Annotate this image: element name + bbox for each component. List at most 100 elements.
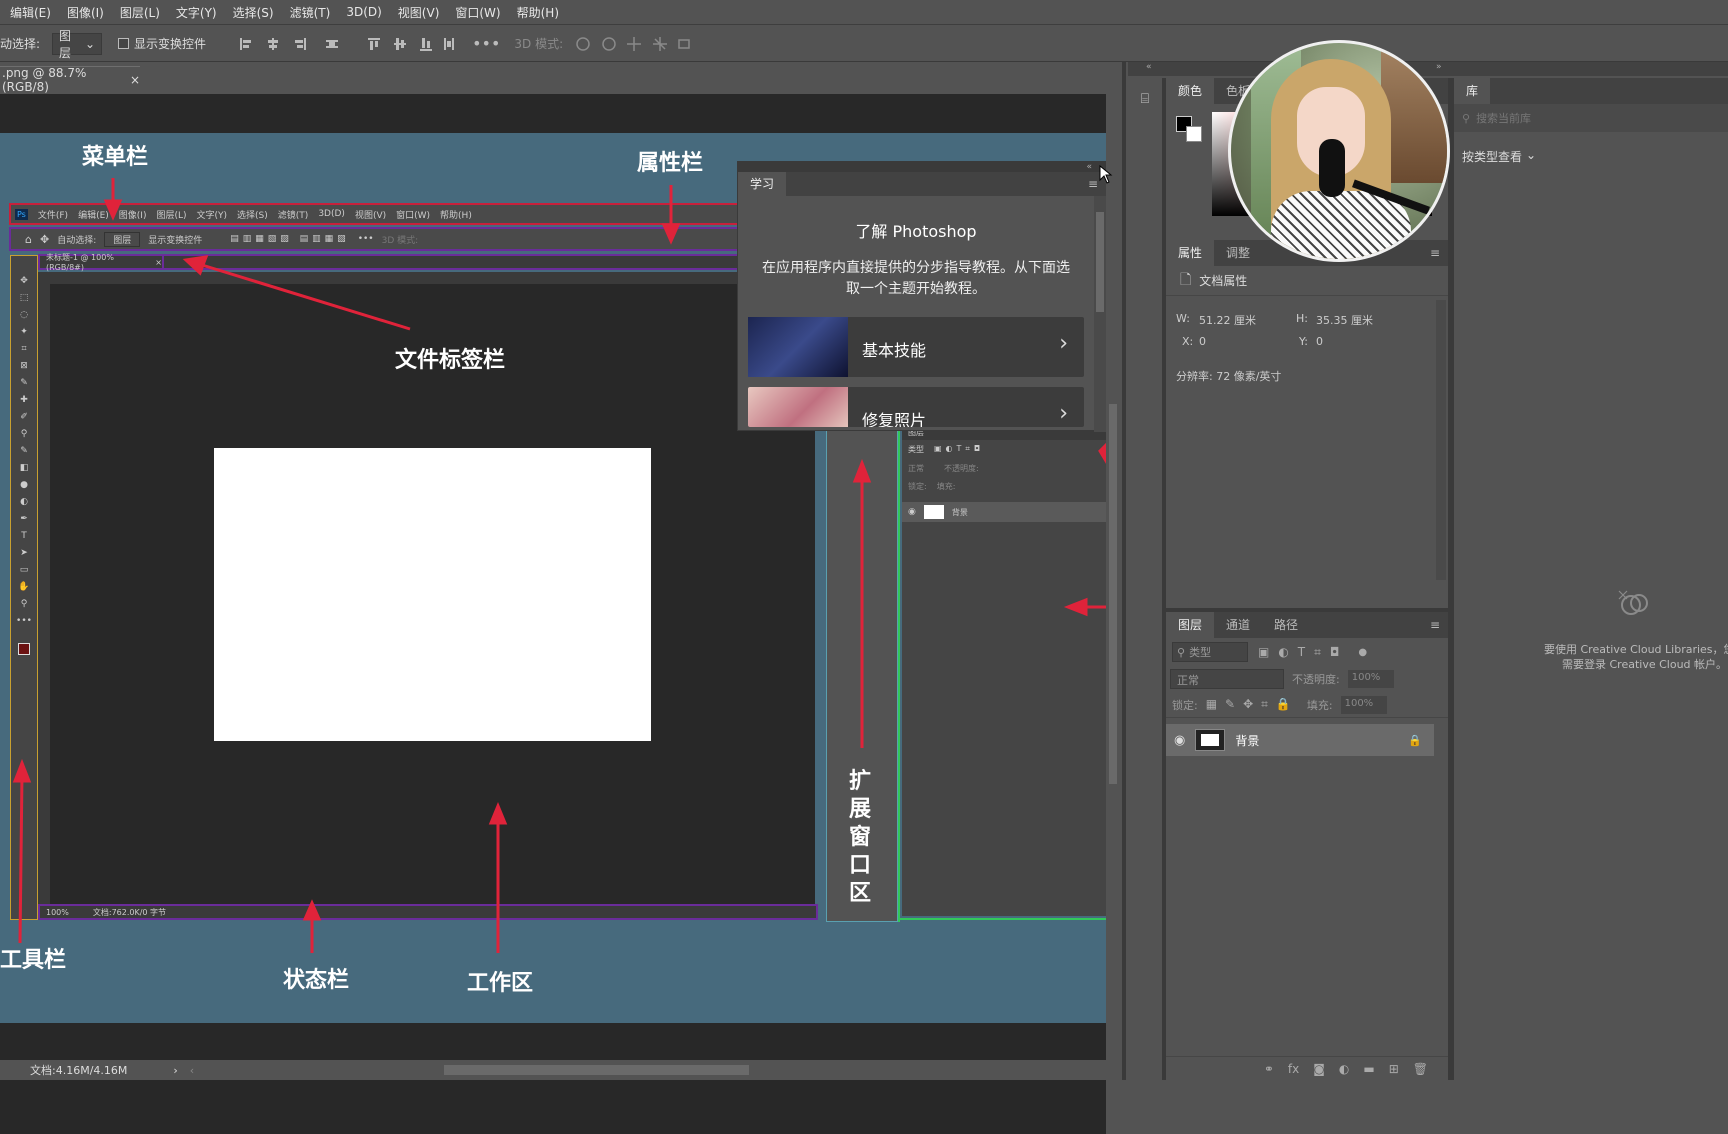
chevron-left-icon[interactable]: ‹ <box>190 1064 194 1077</box>
menu-image[interactable]: 图像(I) <box>59 4 112 21</box>
background-color-swatch[interactable] <box>1186 126 1202 142</box>
status-bar: 文档:4.16M/4.16M › ‹ <box>0 1060 1110 1080</box>
layer-thumbnail <box>1195 729 1226 751</box>
eye-icon[interactable]: ◉ <box>1174 733 1185 748</box>
collapse-icon[interactable]: « <box>1086 162 1092 172</box>
panel-menu-icon[interactable]: ≡ <box>1430 612 1448 638</box>
lock-icons[interactable]: ▦✎✥⌗🔒 <box>1206 697 1299 712</box>
tab-properties[interactable]: 属性 <box>1166 240 1215 266</box>
align-icons[interactable] <box>238 35 458 53</box>
trash-icon[interactable]: 🗑 <box>1413 1062 1428 1076</box>
scroll-thumb[interactable] <box>1109 404 1117 784</box>
tab-channels[interactable]: 通道 <box>1214 612 1262 638</box>
fx-icon[interactable]: fx <box>1288 1062 1299 1076</box>
adjustment-icon[interactable]: ◐ <box>1339 1062 1349 1076</box>
search-icon: ⚲ <box>1462 111 1471 125</box>
link-icon[interactable]: ⚭ <box>1264 1062 1274 1076</box>
x-value[interactable]: 0 <box>1199 335 1206 348</box>
doc-size: 文档:4.16M/4.16M <box>30 1064 128 1077</box>
chevron-right-icon[interactable]: › <box>173 1064 177 1077</box>
auto-select-value: 图层 <box>59 28 72 60</box>
panel-menu-icon[interactable]: ≡ <box>1430 240 1448 266</box>
lock-icon: 🔒 <box>1408 733 1422 747</box>
menu-layer[interactable]: 图层(L) <box>112 4 168 21</box>
blend-mode-select[interactable]: 正常 <box>1170 669 1284 689</box>
filter-toggle-icon[interactable]: ● <box>1358 647 1367 658</box>
menu-select[interactable]: 选择(S) <box>225 4 282 21</box>
learn-panel-header: « <box>738 162 1106 172</box>
library-search-placeholder: 搜索当前库 <box>1476 112 1532 125</box>
annotation-workarea: 工作区 <box>467 971 534 996</box>
tab-paths[interactable]: 路径 <box>1262 612 1310 638</box>
w-label: W: <box>1176 312 1190 325</box>
collapse-icon[interactable]: « <box>1146 62 1152 72</box>
horizontal-scroll-thumb[interactable] <box>444 1065 750 1075</box>
webcam-background-chair <box>1381 43 1447 183</box>
menu-edit[interactable]: 编辑(E) <box>2 4 59 21</box>
learn-card-basics[interactable]: 基本技能 › <box>748 317 1084 377</box>
chevron-right-icon: › <box>1059 401 1068 426</box>
opacity-input[interactable]: 100% <box>1347 670 1394 688</box>
resolution: 分辨率: 72 像素/英寸 <box>1176 370 1282 383</box>
3d-tools-icons[interactable] <box>575 35 695 53</box>
show-transform-checkbox[interactable] <box>118 38 130 49</box>
layers-footer: ⚭ fx ◙ ◐ ▬ ⊞ 🗑 <box>1166 1056 1448 1080</box>
close-icon[interactable]: × <box>130 73 140 87</box>
webcam-overlay <box>1228 40 1450 262</box>
fill-input[interactable]: 100% <box>1340 695 1387 714</box>
annotation-statusbar: 状态栏 <box>283 968 350 993</box>
new-layer-icon[interactable]: ⊞ <box>1389 1062 1399 1076</box>
layer-kind-filter[interactable]: ⚲ 类型 <box>1172 642 1248 662</box>
auto-select-label: 动选择: <box>0 37 41 51</box>
menu-view[interactable]: 视图(V) <box>390 4 448 21</box>
tab-learn[interactable]: 学习 <box>738 172 787 196</box>
library-search[interactable]: ⚲ 搜索当前库 <box>1454 104 1728 132</box>
layers-panel: 图层 通道 路径 ≡ ⚲ 类型 ▣◐T⌗◘ ● 正常 不透明度: 100% 锁定:… <box>1166 608 1448 1080</box>
menu-type[interactable]: 文字(Y) <box>168 4 225 21</box>
props-scrollbar[interactable] <box>1436 300 1446 580</box>
folder-icon[interactable]: ▬ <box>1363 1062 1374 1076</box>
tab-layers[interactable]: 图层 <box>1166 612 1215 638</box>
menu-3d[interactable]: 3D(D) <box>338 5 389 19</box>
chevron-down-icon: ⌄ <box>84 36 96 51</box>
history-icon[interactable]: ⌸ <box>1134 88 1156 110</box>
annotation-toolbar: 工具栏 <box>0 948 67 973</box>
h-value[interactable]: 35.35 厘米 <box>1316 312 1373 328</box>
fill-label: 填充: <box>1306 698 1333 712</box>
menu-help[interactable]: 帮助(H) <box>509 4 567 21</box>
y-label: Y: <box>1299 335 1308 348</box>
mouse-cursor-icon <box>1099 165 1113 184</box>
w-value[interactable]: 51.22 厘米 <box>1199 312 1256 328</box>
show-transform-label: 显示变换控件 <box>134 37 207 51</box>
document-tab[interactable]: .png @ 88.7%(RGB/8) × <box>0 66 140 94</box>
webcam-microphone <box>1319 139 1345 197</box>
tab-color[interactable]: 颜色 <box>1166 78 1215 104</box>
learn-panel: « 学习 ≡ 了解 Photoshop 在应用程序内直接提供的分步指导教程。从下… <box>737 161 1107 432</box>
learn-description: 在应用程序内直接提供的分步指导教程。从下面选取一个主题开始教程。 <box>762 260 1070 297</box>
more-icon[interactable]: ••• <box>472 34 500 53</box>
auto-select-dropdown[interactable]: 图层 ⌄ <box>52 29 103 60</box>
basics-thumbnail <box>748 317 848 377</box>
annotation-expand: 扩展窗口区 <box>848 769 871 906</box>
document-icon: 🗋 <box>1180 271 1192 288</box>
panel-icon-strip: ⌸ <box>1128 78 1162 1078</box>
mask-icon[interactable]: ◙ <box>1313 1062 1325 1076</box>
layer-row[interactable]: ◉ 背景 🔒 <box>1166 724 1434 756</box>
menu-bar: 编辑(E) 图像(I) 图层(L) 文字(Y) 选择(S) 滤镜(T) 3D(D… <box>0 0 1728 25</box>
menu-filter[interactable]: 滤镜(T) <box>282 4 339 21</box>
photo-thumbnail <box>748 387 848 427</box>
y-value[interactable]: 0 <box>1316 335 1323 348</box>
menu-window[interactable]: 窗口(W) <box>447 4 508 21</box>
learn-scrollbar[interactable] <box>1094 196 1106 432</box>
layer-name: 背景 <box>1235 733 1260 748</box>
doc-props-label: 文档属性 <box>1199 274 1248 288</box>
lock-label: 锁定: <box>1172 698 1198 712</box>
vertical-scrollbar[interactable] <box>1106 94 1120 1060</box>
tab-libraries[interactable]: 库 <box>1454 78 1491 104</box>
view-by-dropdown[interactable]: 按类型查看 ⌄ <box>1454 148 1728 165</box>
learn-card-photo[interactable]: 修复照片 › <box>748 387 1084 427</box>
libraries-panel: 库 ⚲ 搜索当前库 按类型查看 ⌄ 要使用 Creative Cloud Libr… <box>1454 78 1728 1080</box>
library-login-message: 要使用 Creative Cloud Libraries，您 需要登录 Crea… <box>1454 642 1728 672</box>
kind-label: 类型 <box>1189 646 1212 659</box>
layer-filter-icons[interactable]: ▣◐T⌗◘ <box>1258 645 1348 660</box>
